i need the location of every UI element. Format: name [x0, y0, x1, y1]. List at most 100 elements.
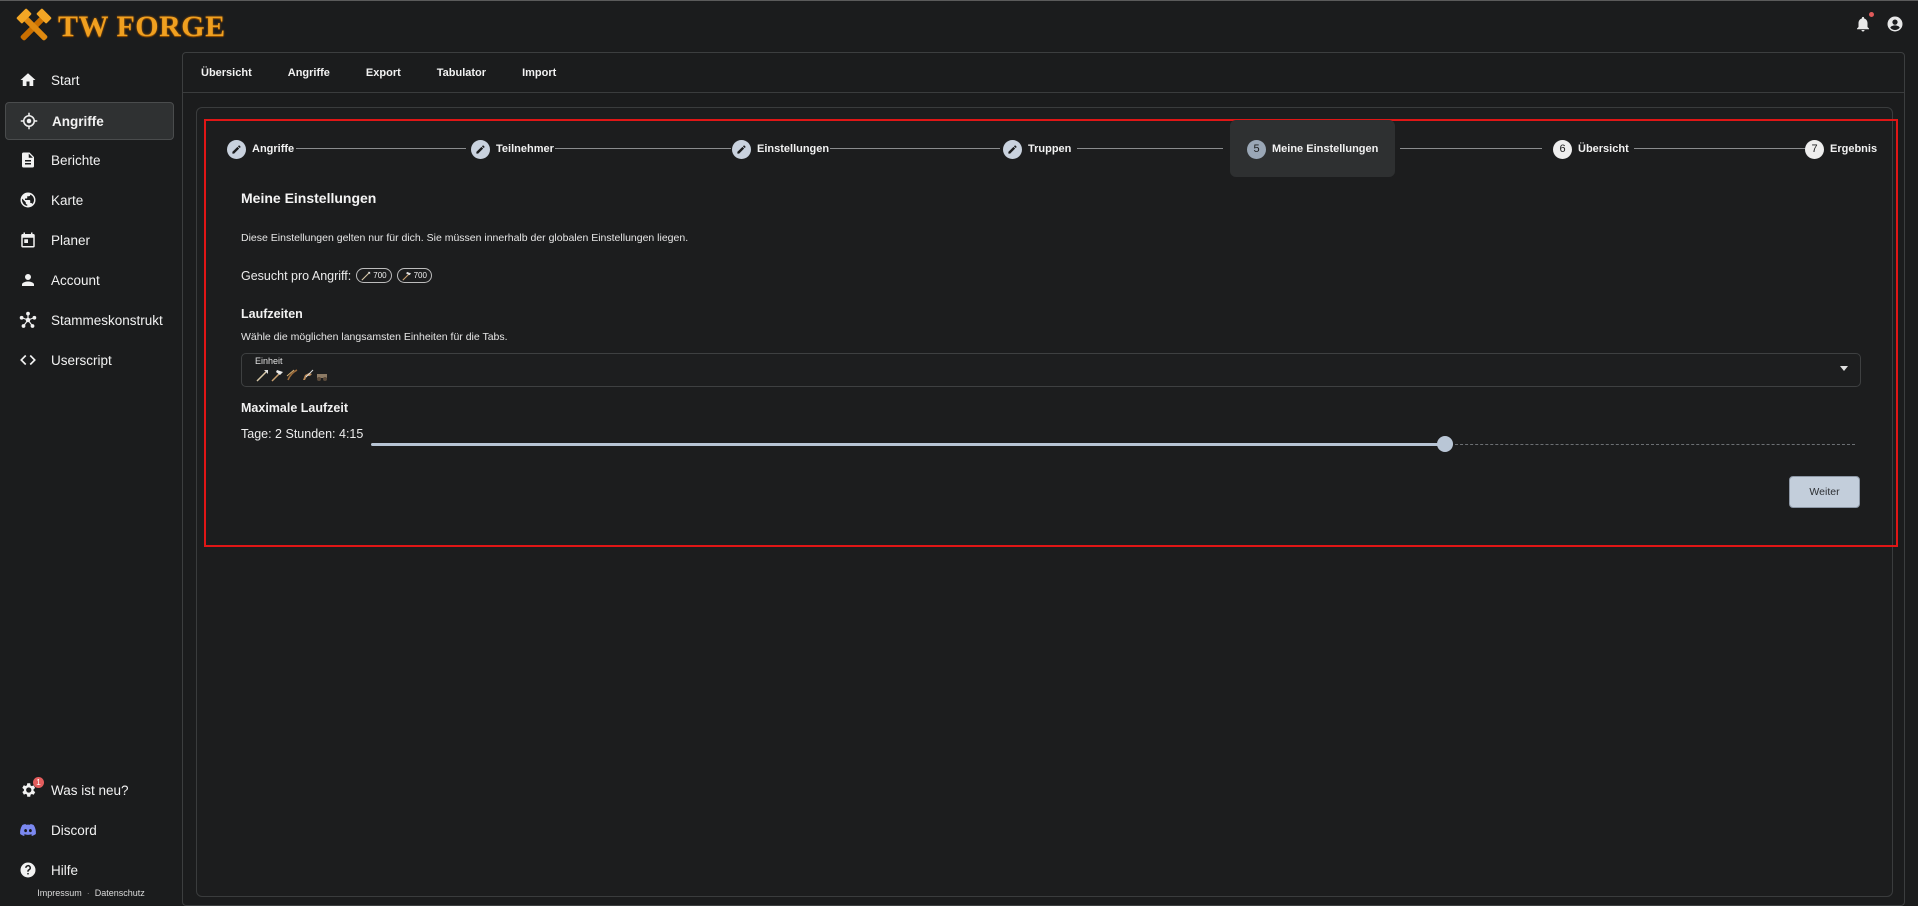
step-label: Teilnehmer: [496, 143, 554, 155]
home-icon: [20, 73, 36, 86]
sidebar-item-label: Planer: [51, 232, 91, 248]
new-badge: 1: [33, 777, 44, 788]
step-number: 5: [1247, 139, 1266, 159]
sidebar-item-label: Account: [51, 272, 100, 288]
step-number: 6: [1553, 139, 1572, 159]
chevron-down-icon[interactable]: [1840, 366, 1848, 371]
sidebar-item-account[interactable]: Account: [5, 261, 174, 299]
sidebar-item-label: Karte: [51, 192, 84, 208]
sidebar-item-berichte[interactable]: Berichte: [5, 141, 174, 179]
slider-thumb[interactable]: [1437, 436, 1453, 452]
sidebar-item-stammeskonstrukt[interactable]: Stammeskonstrukt: [5, 301, 174, 339]
step-angriffe[interactable]: Angriffe: [227, 121, 294, 177]
sidebar-item-angriffe[interactable]: Angriffe: [5, 102, 174, 140]
target-icon: [20, 112, 38, 130]
pencil-icon: [471, 139, 490, 159]
bell-icon[interactable]: [1854, 12, 1874, 33]
step-teilnehmer[interactable]: Teilnehmer: [471, 121, 554, 177]
datenschutz-link[interactable]: Datenschutz: [95, 888, 145, 898]
light-cavalry-icon: [303, 369, 314, 380]
account-circle-icon[interactable]: [1886, 15, 1904, 33]
selected-units: [255, 368, 329, 382]
sidebar-item-discord[interactable]: Discord: [5, 811, 174, 849]
laufzeiten-title: Laufzeiten: [241, 307, 303, 321]
code-icon: [20, 354, 36, 366]
sidebar-item-label: Stammeskonstrukt: [51, 312, 163, 328]
document-icon: [22, 152, 34, 168]
step-connector: [1077, 148, 1223, 149]
sidebar-item-karte[interactable]: Karte: [5, 181, 174, 219]
archer-icon: [286, 369, 298, 381]
app-logo[interactable]: TW FORGE: [14, 5, 226, 49]
max-laufzeit-slider[interactable]: [371, 436, 1855, 452]
top-bar: TW FORGE: [0, 0, 1918, 52]
chip-value: 700: [373, 271, 387, 280]
step-connector: [830, 148, 1000, 149]
step-label: Übersicht: [1578, 143, 1629, 155]
sidebar: Start Angriffe Berichte Karte Planer Acc…: [0, 52, 182, 906]
pencil-icon: [1003, 139, 1022, 159]
tab-export[interactable]: Export: [348, 53, 419, 93]
axe-icon: [402, 271, 411, 281]
sidebar-item-was-ist-neu[interactable]: 1 Was ist neu?: [5, 771, 174, 809]
section-description: Diese Einstellungen gelten nur für dich.…: [241, 232, 689, 244]
step-number: 7: [1805, 139, 1824, 159]
step-ergebnis[interactable]: 7 Ergebnis: [1805, 121, 1877, 177]
step-connector: [296, 148, 466, 149]
sidebar-item-label: Angriffe: [52, 113, 104, 129]
slider-fill: [371, 443, 1445, 446]
gesucht-row: Gesucht pro Angriff: 700 700: [241, 268, 432, 283]
crossed-hammers-icon: [16, 8, 52, 41]
step-label: Einstellungen: [757, 143, 830, 155]
tab-angriffe[interactable]: Angriffe: [270, 53, 348, 93]
chip-value: 700: [413, 271, 427, 280]
unit-chip: 700: [356, 268, 392, 283]
weiter-button[interactable]: Weiter: [1789, 476, 1860, 508]
sidebar-item-start[interactable]: Start: [5, 61, 174, 99]
pencil-icon: [732, 139, 751, 159]
tab-import[interactable]: Import: [504, 53, 574, 93]
step-connector: [1634, 148, 1806, 149]
step-label: Meine Einstellungen: [1272, 143, 1379, 155]
tab-bar: Übersicht Angriffe Export Tabulator Impo…: [183, 53, 1904, 93]
sidebar-item-planer[interactable]: Planer: [5, 221, 174, 259]
tab-uebersicht[interactable]: Übersicht: [183, 53, 270, 93]
notification-dot: [1869, 12, 1874, 17]
section-title: Meine Einstellungen: [241, 190, 377, 206]
stepper: Angriffe Teilnehmer Einstellungen Truppe…: [206, 120, 1896, 177]
step-truppen[interactable]: Truppen: [1003, 121, 1071, 177]
sidebar-item-hilfe[interactable]: Hilfe: [5, 851, 174, 889]
spear-icon: [256, 370, 268, 382]
sidebar-item-label: Berichte: [51, 152, 101, 168]
unit-select[interactable]: Einheit: [241, 353, 1861, 387]
step-uebersicht[interactable]: 6 Übersicht: [1553, 121, 1629, 177]
discord-icon: [20, 824, 36, 836]
help-icon: [20, 862, 36, 878]
impressum-link[interactable]: Impressum: [37, 888, 82, 898]
slider-value-text: Tage: 2 Stunden: 4:15: [241, 427, 364, 441]
laufzeiten-description: Wähle die möglichen langsamsten Einheite…: [241, 331, 508, 343]
sidebar-item-label: Discord: [51, 822, 97, 838]
step-meine-einstellungen[interactable]: 5 Meine Einstellungen: [1247, 121, 1378, 177]
gesucht-label: Gesucht pro Angriff:: [241, 268, 352, 283]
step-label: Ergebnis: [1830, 143, 1878, 155]
pencil-icon: [227, 139, 246, 159]
ram-icon: [317, 374, 327, 381]
spear-icon: [361, 271, 371, 281]
app-title: TW FORGE: [58, 10, 226, 43]
step-einstellungen[interactable]: Einstellungen: [732, 121, 829, 177]
step-label: Truppen: [1028, 143, 1072, 155]
step-connector: [555, 148, 731, 149]
sidebar-item-label: Was ist neu?: [51, 782, 129, 798]
step-label: Angriffe: [252, 143, 295, 155]
globe-icon: [20, 192, 36, 208]
axe-icon: [271, 370, 283, 382]
sidebar-item-label: Hilfe: [51, 862, 79, 878]
sidebar-item-label: Userscript: [51, 352, 112, 368]
sidebar-item-userscript[interactable]: Userscript: [5, 341, 174, 379]
tab-tabulator[interactable]: Tabulator: [419, 53, 504, 93]
unit-chip: 700: [396, 268, 432, 283]
calendar-icon: [21, 232, 35, 248]
sidebar-footer: Impressum · Datenschutz: [0, 888, 182, 898]
network-icon: [19, 311, 37, 328]
